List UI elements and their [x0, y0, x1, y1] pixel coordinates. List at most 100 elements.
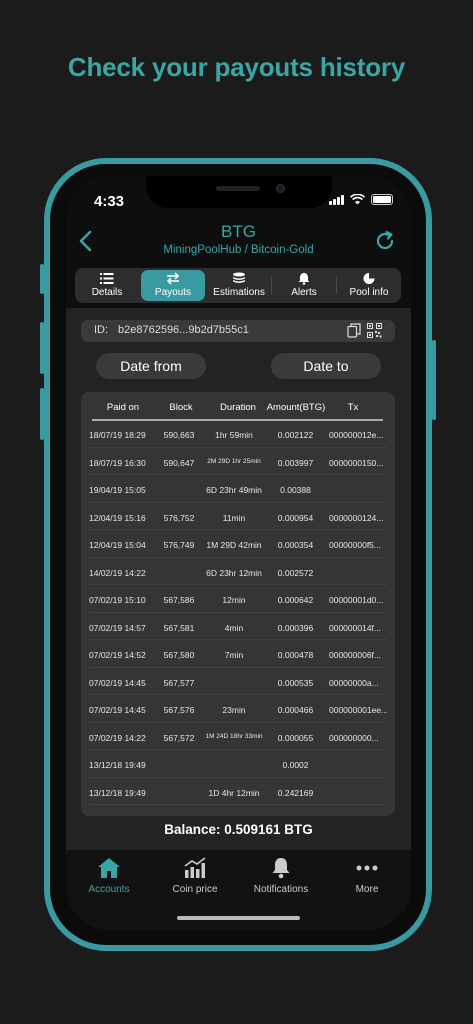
table-cell: 0.002122: [277, 430, 314, 440]
table-cell: 567,586: [163, 595, 195, 605]
table-cell: 07/02/19 14:45: [89, 677, 146, 688]
table-row: 07/02/19 15:10 567,586 12min 0.000642 000000…: [89, 585, 387, 613]
table-cell: 1M 29D 42min: [206, 540, 262, 550]
table-cell: 0.00388: [280, 485, 311, 495]
table-cell: 576,752: [163, 512, 195, 523]
swap-icon: [166, 272, 180, 285]
chart-icon: [184, 857, 206, 878]
pie-icon: [363, 273, 375, 284]
table-cell: 1hr 59min: [215, 430, 253, 440]
tab-payouts[interactable]: Payouts: [141, 270, 205, 301]
table-row: 07/02/19 14:57 567,581 4min 0.000396 0000000…: [89, 613, 387, 640]
table-cell: 1M 24D 18hr 33min: [205, 732, 263, 740]
table-cell: 19/04/19 15:05: [89, 485, 146, 495]
table-cell: 0.002572: [277, 567, 314, 578]
payouts-table: Paid on Block Duration Amount(BTG) Tx 18…: [81, 392, 395, 816]
nav-more[interactable]: More: [324, 856, 410, 895]
volume-up-button: [40, 322, 44, 374]
table-cell: 0.000642: [277, 595, 314, 605]
list-icon: [100, 273, 114, 284]
table-row: 18/07/19 18:29 590,663 1hr 59min 0.002122 00…: [89, 420, 387, 448]
table-cell: 0.242169: [277, 787, 314, 798]
nav-notifications[interactable]: Notifications: [238, 856, 324, 895]
table-cell: 567,572: [163, 732, 195, 743]
table-cell: 13/12/18 19:49: [89, 760, 146, 770]
table-row: 07/02/19 14:52 567,580 7min 0.000478 0000000…: [89, 640, 387, 668]
table-body: 18/07/19 18:29 590,663 1hr 59min 0.002122 00…: [81, 420, 395, 805]
table-cell: 4min: [224, 622, 244, 633]
table-cell: 567,577: [163, 677, 195, 688]
table-cell: 567,580: [163, 650, 195, 660]
id-bar: ID: b2e8762596...9b2d7b55c1: [81, 320, 395, 342]
tab-pool-info[interactable]: Pool info: [337, 268, 401, 303]
table-cell: 07/02/19 14:57: [89, 622, 146, 633]
nav-accounts[interactable]: Accounts: [66, 856, 152, 895]
mute-switch: [40, 264, 44, 294]
notch: [146, 176, 332, 208]
headline: Check your payouts history: [67, 52, 406, 82]
table-cell: 0.000466: [277, 705, 314, 715]
home-icon: [98, 858, 120, 878]
table-cell: 000000012e...: [329, 430, 384, 440]
refresh-icon[interactable]: [373, 229, 397, 253]
table-cell: 0.003997: [277, 457, 314, 468]
table-cell: 11min: [222, 512, 246, 523]
table-cell: 12/04/19 15:04: [89, 540, 146, 550]
table-cell: 576,749: [163, 540, 195, 550]
table-cell: 590,647: [163, 457, 195, 468]
table-cell: 000000014f...: [329, 622, 381, 633]
table-cell: 0000000150...: [329, 457, 384, 468]
table-cell: 0.000535: [277, 677, 314, 688]
table-row: 13/12/18 19:49 0.0002: [89, 750, 387, 778]
page-subtitle: MiningPoolHub / Bitcoin-Gold: [163, 244, 314, 256]
table-row: 18/07/19 16:30 590,647 2M 29D 1hr 25min 0.0…: [89, 448, 387, 475]
table-row: 12/04/19 15:16 576,752 11min 0.000954 000000…: [89, 503, 387, 530]
table-cell: 0000000124...: [329, 512, 384, 523]
table-cell: 00000000f5...: [329, 540, 381, 550]
table-cell: 567,576: [163, 705, 195, 715]
column-header: Duration: [220, 402, 256, 413]
table-cell: 000000001ee...: [329, 705, 387, 715]
nav-label: Coin price: [172, 884, 218, 895]
copy-icon[interactable]: [347, 323, 361, 338]
table-cell: 07/02/19 15:10: [89, 595, 146, 605]
table-cell: 0.000354: [277, 540, 314, 550]
tab-bar: Details Payouts Estimations Alerts Pool …: [75, 268, 401, 303]
tab-label: Alerts: [291, 287, 317, 298]
table-cell: 0.000396: [277, 622, 314, 633]
table-row: 12/04/19 15:04 576,749 1M 29D 42min 0.00035…: [89, 530, 387, 558]
table-cell: 12min: [222, 595, 246, 605]
date-from-button[interactable]: Date from: [96, 353, 206, 379]
nav-coin-price[interactable]: Coin price: [152, 856, 238, 895]
table-cell: 07/02/19 14:45: [89, 705, 146, 715]
id-value: b2e8762596...9b2d7b55c1: [118, 324, 249, 336]
bell-icon: [298, 273, 310, 285]
date-to-button[interactable]: Date to: [271, 353, 381, 379]
bottom-nav: Accounts Coin price Notifications More: [66, 850, 411, 930]
table-row: 07/02/19 14:22 567,572 1M 24D 18hr 33min 0.…: [89, 723, 387, 750]
qr-code-icon[interactable]: [367, 323, 382, 338]
table-cell: 18/07/19 18:29: [89, 430, 146, 440]
tab-label: Pool info: [349, 287, 389, 298]
table-cell: 13/12/18 19:49: [89, 787, 146, 798]
table-cell: 0.000478: [277, 650, 314, 660]
table-row: 07/02/19 14:45 567,577 0.000535 00000000a..…: [89, 668, 387, 695]
table-cell: 00000000a...: [329, 677, 379, 688]
table-cell: 0.0002: [282, 760, 309, 770]
table-cell: 07/02/19 14:22: [89, 732, 146, 743]
wifi-icon: [350, 194, 365, 205]
table-cell: 2M 29D 1hr 25min: [207, 457, 261, 465]
column-header: Block: [169, 402, 193, 413]
status-time: 4:33: [94, 193, 125, 210]
tab-estimations[interactable]: Estimations: [207, 268, 271, 303]
table-cell: 6D 23hr 12min: [206, 567, 262, 578]
table-cell: 12/04/19 15:16: [89, 512, 146, 523]
tab-alerts[interactable]: Alerts: [272, 268, 336, 303]
table-cell: 18/07/19 16:30: [89, 457, 146, 468]
tab-details[interactable]: Details: [75, 268, 139, 303]
nav-label: More: [355, 884, 379, 895]
table-cell: 6D 23hr 49min: [206, 485, 262, 495]
table-row: 19/04/19 15:05 6D 23hr 49min 0.00388: [89, 475, 387, 503]
column-header: Tx: [347, 402, 359, 413]
volume-down-button: [40, 388, 44, 440]
